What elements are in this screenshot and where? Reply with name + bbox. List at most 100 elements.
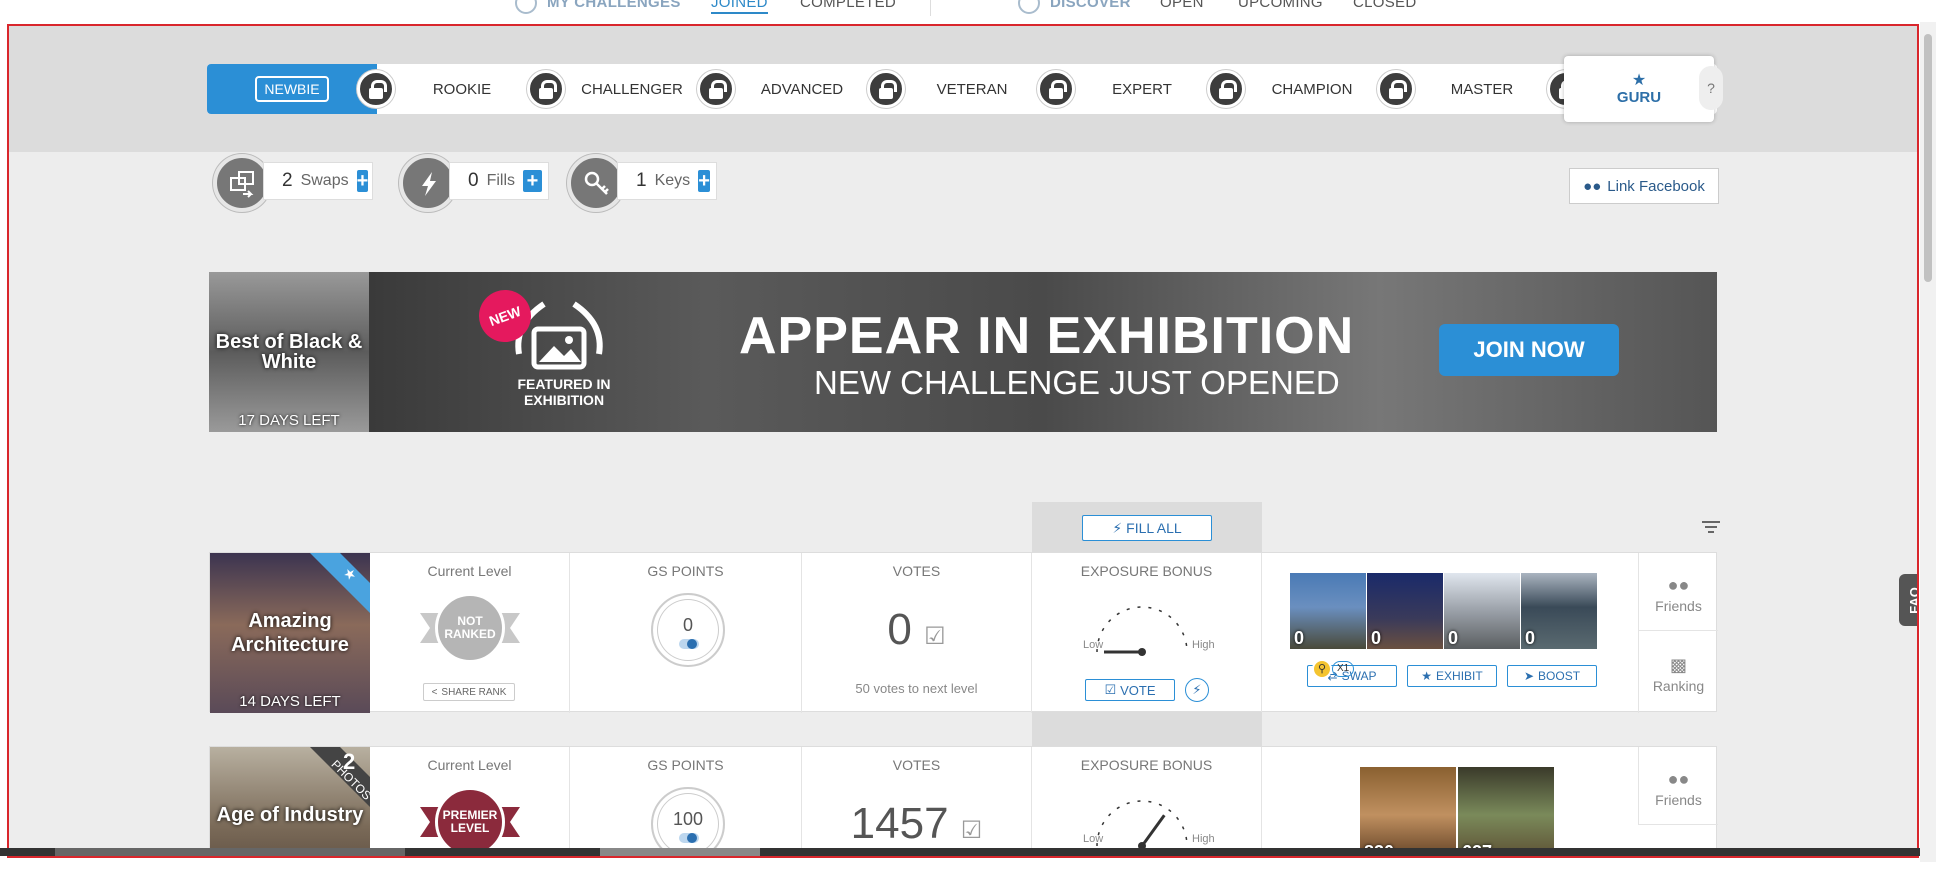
votes-to-next-level: 50 votes to next level bbox=[855, 681, 978, 696]
gs-toggle-icon bbox=[679, 833, 699, 843]
column-band bbox=[1032, 712, 1262, 746]
submitted-photo[interactable]: 0 bbox=[1444, 573, 1520, 649]
vertical-scrollbar[interactable] bbox=[1920, 22, 1936, 862]
link-facebook-button[interactable]: ●● Link Facebook bbox=[1569, 168, 1719, 204]
exposure-gauge: Low High bbox=[1083, 597, 1215, 657]
bolt-icon: ⚡ bbox=[1192, 682, 1202, 697]
votes-count: 1457 ☑ bbox=[850, 799, 983, 848]
ribbon-icon: ★ bbox=[310, 553, 370, 613]
gs-points-column: GS POINTS 0 bbox=[570, 553, 802, 713]
lock-icon bbox=[697, 70, 735, 108]
lock-icon bbox=[1037, 70, 1075, 108]
key-icon: ⚲ bbox=[1312, 659, 1332, 679]
nav-upcoming[interactable]: UPCOMING bbox=[1238, 0, 1323, 11]
level-champion[interactable]: CHAMPION bbox=[1247, 64, 1377, 114]
star-icon: ★ bbox=[1631, 71, 1647, 89]
help-button[interactable]: ? bbox=[1699, 66, 1723, 110]
level-newbie[interactable]: NEWBIE bbox=[207, 64, 377, 114]
challenge-days-left: 14 DAYS LEFT bbox=[239, 693, 341, 710]
level-guru[interactable]: ★ GURU bbox=[1564, 56, 1714, 122]
nav-open[interactable]: OPEN bbox=[1160, 0, 1204, 11]
lock-icon bbox=[527, 70, 565, 108]
exposure-column: EXPOSURE BONUS Low High ☑ VOTE ⚡ bbox=[1032, 553, 1262, 713]
banner-headline: APPEAR IN EXHIBITION bbox=[739, 307, 1355, 365]
level-progress-bar: NEWBIE ROOKIE CHALLENGER ADVANCED VETERA… bbox=[207, 56, 1723, 122]
share-rank-button[interactable]: < SHARE RANK bbox=[423, 683, 515, 701]
submitted-photo[interactable]: 627 bbox=[1458, 767, 1554, 856]
faq-tab[interactable]: FAQ bbox=[1899, 574, 1917, 626]
ballot-icon: ☑ bbox=[960, 817, 983, 844]
level-master[interactable]: MASTER bbox=[1417, 64, 1547, 114]
level-expert[interactable]: EXPERT bbox=[1077, 64, 1207, 114]
filter-icon[interactable] bbox=[1701, 520, 1721, 534]
add-swaps-button[interactable]: + bbox=[356, 170, 369, 192]
top-nav: MY CHALLENGES JOINED COMPLETED DISCOVER … bbox=[0, 0, 1936, 18]
nav-my-challenges[interactable]: MY CHALLENGES bbox=[547, 0, 681, 11]
join-now-button[interactable]: JOIN NOW bbox=[1439, 324, 1619, 376]
votes-column: VOTES 0 ☑ 50 votes to next level bbox=[802, 553, 1032, 713]
lock-icon bbox=[1377, 70, 1415, 108]
main-content: NEWBIE ROOKIE CHALLENGER ADVANCED VETERA… bbox=[7, 24, 1919, 858]
compass-icon bbox=[1018, 0, 1040, 14]
submitted-photo[interactable]: 0 bbox=[1290, 573, 1366, 649]
add-fills-button[interactable]: + bbox=[523, 170, 542, 192]
nav-discover[interactable]: DISCOVER bbox=[1050, 0, 1131, 11]
exhibit-button[interactable]: ★ EXHIBIT bbox=[1407, 665, 1497, 687]
share-icon: < bbox=[431, 686, 438, 698]
boost-button[interactable]: ➤ BOOST bbox=[1507, 665, 1597, 687]
rank-badge: PREMIER LEVEL bbox=[420, 787, 520, 856]
level-challenger[interactable]: CHALLENGER bbox=[567, 64, 697, 114]
challenge-card: 2 PHOTOS Age of Industry Current Level P… bbox=[209, 746, 1718, 856]
challenge-card: ★ Amazing Architecture 14 DAYS LEFT Curr… bbox=[209, 552, 1718, 713]
lock-icon bbox=[867, 70, 905, 108]
friends-button[interactable]: ●● Friends bbox=[1638, 747, 1718, 825]
scrollbar-thumb[interactable] bbox=[600, 848, 760, 856]
level-rookie[interactable]: ROOKIE bbox=[397, 64, 527, 114]
votes-count: 0 ☑ bbox=[887, 605, 946, 654]
current-level-column: Current Level PREMIER LEVEL bbox=[370, 747, 570, 856]
ballot-icon: ☑ bbox=[924, 623, 946, 650]
votes-column: VOTES 1457 ☑ bbox=[802, 747, 1032, 856]
submitted-photo[interactable]: 0 bbox=[1367, 573, 1443, 649]
challenge-title: Age of Industry bbox=[216, 804, 364, 826]
nav-closed[interactable]: CLOSED bbox=[1353, 0, 1417, 11]
gs-toggle-icon bbox=[679, 639, 699, 649]
challenge-title: Amazing Architecture bbox=[231, 610, 349, 656]
friends-button[interactable]: ●● Friends bbox=[1638, 553, 1718, 631]
gs-points-meter: 0 bbox=[651, 593, 725, 667]
current-level-column: Current Level NOT RANKED < SHARE RANK bbox=[370, 553, 570, 713]
exhibition-banner[interactable]: Best of Black & White 17 DAYS LEFT NEW F… bbox=[209, 272, 1717, 432]
lock-icon bbox=[357, 70, 395, 108]
lock-icon bbox=[1207, 70, 1245, 108]
friends-icon: ●● bbox=[1667, 769, 1690, 789]
users-icon: ●● bbox=[1583, 177, 1602, 195]
level-advanced[interactable]: ADVANCED bbox=[737, 64, 867, 114]
rocket-icon: ➤ bbox=[1523, 669, 1535, 683]
friends-icon: ●● bbox=[1667, 575, 1690, 595]
banner-subheadline: NEW CHALLENGE JUST OPENED bbox=[814, 364, 1340, 401]
submitted-photo[interactable]: 0 bbox=[1521, 573, 1597, 649]
ranking-icon: ▩ bbox=[1669, 655, 1687, 675]
nav-divider bbox=[930, 0, 931, 16]
fill-all-button[interactable]: ⚡ FILL ALL bbox=[1082, 515, 1212, 541]
ballot-icon: ☑ bbox=[1104, 682, 1117, 697]
star-icon: ★ bbox=[1421, 669, 1433, 683]
nav-completed[interactable]: COMPLETED bbox=[800, 0, 896, 11]
submitted-photo[interactable]: 830 bbox=[1360, 767, 1456, 856]
banner-days-left: 17 DAYS LEFT bbox=[238, 412, 340, 429]
add-keys-button[interactable]: + bbox=[698, 170, 710, 192]
horizontal-scrollbar[interactable] bbox=[0, 848, 1920, 856]
exposure-gauge: Low High bbox=[1083, 791, 1215, 851]
trophy-icon bbox=[515, 0, 537, 14]
scrollbar-thumb[interactable] bbox=[1924, 34, 1932, 282]
featured-in-exhibition: FEATURED IN EXHIBITION bbox=[517, 376, 611, 408]
exposure-column: EXPOSURE BONUS Low High bbox=[1032, 747, 1262, 856]
bolt-icon: ⚡ bbox=[1112, 519, 1123, 536]
level-veteran[interactable]: VETERAN bbox=[907, 64, 1037, 114]
vote-button[interactable]: ☑ VOTE bbox=[1085, 679, 1175, 701]
nav-joined[interactable]: JOINED bbox=[711, 0, 768, 14]
autofill-button[interactable]: ⚡ bbox=[1185, 678, 1209, 702]
banner-challenge-title: Best of Black & White bbox=[215, 331, 363, 373]
ranking-button[interactable]: ▩ Ranking bbox=[1638, 631, 1718, 713]
boost-multiplier: X1 bbox=[1332, 661, 1355, 677]
